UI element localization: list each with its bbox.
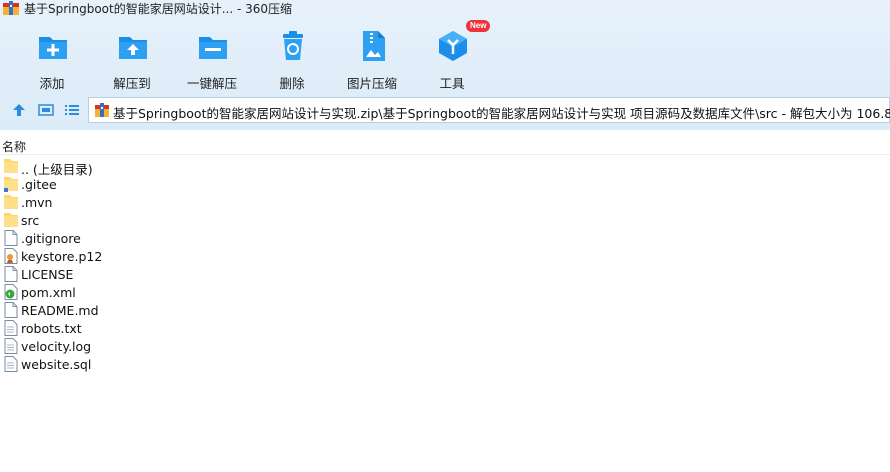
new-badge: New [466, 20, 491, 32]
list-view-icon[interactable] [64, 102, 80, 118]
list-item-parent-dir[interactable]: .. (上级目录) [4, 157, 404, 177]
add-label: 添加 [39, 76, 65, 91]
list-item-velocity-log[interactable]: velocity.log [4, 337, 404, 355]
delete-icon [283, 31, 303, 60]
file-name: website.sql [21, 357, 92, 372]
column-header-label: 名称 [2, 140, 27, 154]
text-file-icon [4, 356, 18, 372]
toolbar: 添加 解压到 一键解压 删除 图片压缩 New 工具 [0, 20, 890, 91]
one-click-extract-icon [199, 37, 227, 59]
file-name: .gitee [21, 177, 57, 192]
file-list: .. (上级目录) .gitee .mvn src .gitignore key… [4, 157, 404, 373]
list-item-readme[interactable]: README.md [4, 301, 404, 319]
up-arrow-icon[interactable] [11, 102, 27, 118]
delete-button[interactable]: 删除 [252, 28, 332, 91]
file-name: pom.xml [21, 285, 76, 300]
folder-up-icon [4, 159, 18, 173]
zip-archive-icon [95, 103, 109, 117]
extract-to-button[interactable]: 解压到 [92, 28, 172, 91]
file-name: README.md [21, 303, 99, 318]
image-compress-icon [363, 31, 385, 61]
image-compress-button[interactable]: 图片压缩 [332, 28, 412, 91]
address-bar[interactable]: 基于Springboot的智能家居网站设计与实现.zip\基于Springboo… [88, 97, 890, 123]
tools-icon [439, 31, 467, 61]
text-file-icon [4, 338, 18, 354]
folder-icon [4, 213, 18, 227]
column-header-name[interactable]: 名称 [0, 136, 890, 155]
list-item-gitee[interactable]: .gitee [4, 175, 404, 193]
extract-to-icon [119, 37, 147, 59]
thumbnail-view-icon[interactable] [38, 102, 54, 118]
file-name: robots.txt [21, 321, 82, 336]
file-name: .gitignore [21, 231, 81, 246]
certificate-file-icon [4, 248, 18, 264]
tools-label: 工具 [439, 76, 465, 91]
list-item-src[interactable]: src [4, 211, 404, 229]
delete-label: 删除 [279, 76, 305, 91]
one-click-extract-label: 一键解压 [186, 76, 237, 91]
file-name: LICENSE [21, 267, 74, 282]
list-item-robots[interactable]: robots.txt [4, 319, 404, 337]
address-path: 基于Springboot的智能家居网站设计与实现.zip\基于Springboo… [113, 106, 890, 121]
file-name: src [21, 213, 40, 228]
window-chrome: 基于Springboot的智能家居网站设计... - 360压缩 添加 解压到 [0, 0, 890, 130]
list-item-keystore[interactable]: keystore.p12 [4, 247, 404, 265]
file-name: velocity.log [21, 339, 92, 354]
file-name: .mvn [21, 195, 53, 210]
one-click-extract-button[interactable]: 一键解压 [172, 28, 252, 91]
archive-app-icon [3, 1, 19, 15]
tools-button[interactable]: New 工具 [412, 20, 492, 91]
add-button[interactable]: 添加 [12, 28, 92, 91]
xml-file-icon [4, 284, 18, 300]
image-compress-label: 图片压缩 [346, 76, 397, 91]
add-archive-icon [39, 37, 67, 59]
title-bar: 基于Springboot的智能家居网站设计... - 360压缩 [0, 0, 890, 18]
folder-icon [4, 177, 18, 192]
file-icon [4, 230, 18, 246]
address-row: 基于Springboot的智能家居网站设计与实现.zip\基于Springboo… [0, 96, 890, 124]
folder-icon [4, 195, 18, 209]
list-item-gitignore[interactable]: .gitignore [4, 229, 404, 247]
file-icon [4, 302, 18, 318]
extract-to-label: 解压到 [113, 76, 151, 91]
list-item-mvn[interactable]: .mvn [4, 193, 404, 211]
file-name: keystore.p12 [21, 249, 103, 264]
file-icon [4, 266, 18, 282]
list-item-license[interactable]: LICENSE [4, 265, 404, 283]
file-list-pane: 名称 .. (上级目录) .gitee .mvn src .gitignore … [0, 133, 890, 472]
window-title: 基于Springboot的智能家居网站设计... - 360压缩 [24, 2, 293, 16]
list-item-website-sql[interactable]: website.sql [4, 355, 404, 373]
text-file-icon [4, 320, 18, 336]
list-item-pom[interactable]: pom.xml [4, 283, 404, 301]
